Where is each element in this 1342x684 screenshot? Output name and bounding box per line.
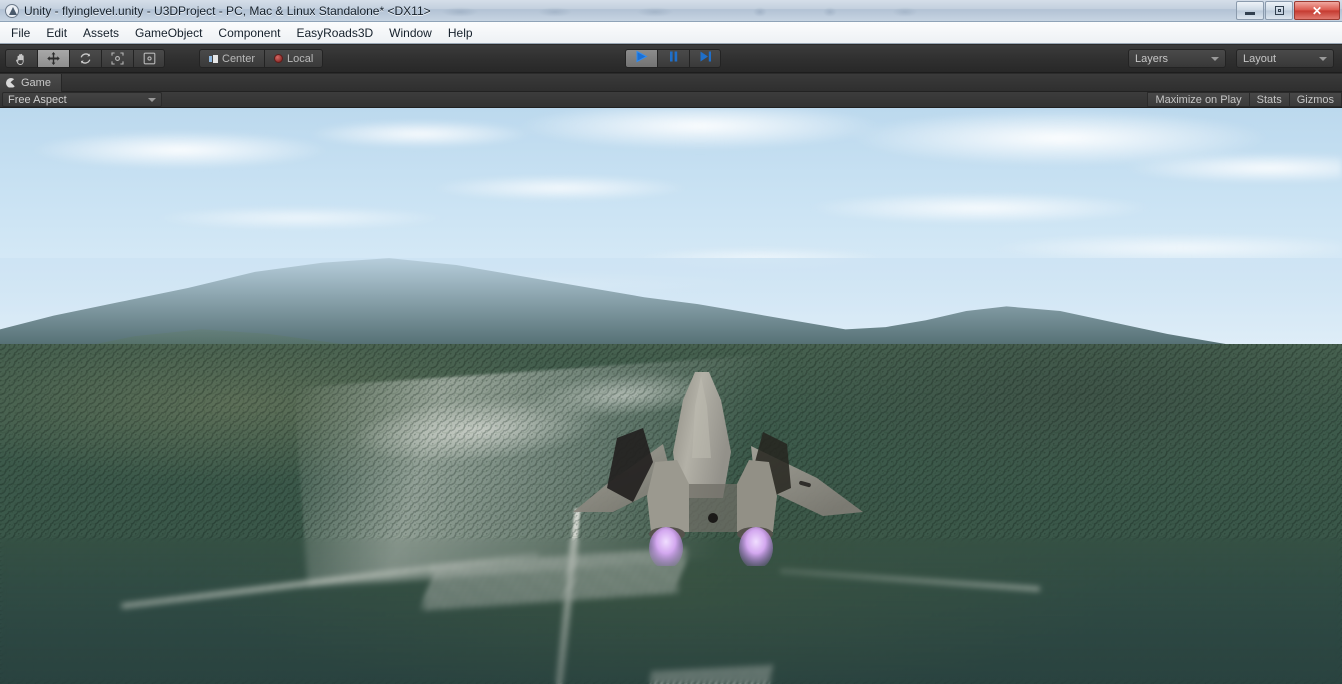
- close-button[interactable]: ✕: [1294, 1, 1340, 20]
- rotate-icon: [78, 51, 93, 66]
- game-view-toolbar-right: Maximize on Play Stats Gizmos: [1147, 92, 1342, 107]
- tab-game[interactable]: Game: [0, 73, 62, 92]
- unity-logo-icon: [5, 3, 19, 18]
- layout-dropdown-label: Layout: [1243, 52, 1277, 65]
- scale-tool-button[interactable]: [101, 49, 133, 68]
- minimize-button[interactable]: [1236, 1, 1264, 20]
- aspect-ratio-dropdown[interactable]: Free Aspect: [2, 92, 162, 107]
- chevron-down-icon: [1211, 56, 1219, 61]
- pause-button[interactable]: [657, 49, 689, 68]
- step-icon: [698, 50, 713, 68]
- restore-button[interactable]: [1265, 1, 1293, 20]
- gizmos-dropdown[interactable]: Gizmos: [1288, 92, 1342, 107]
- unity-editor-window: Unity - flyinglevel.unity - U3DProject -…: [0, 0, 1342, 684]
- window-title: Unity - flyinglevel.unity - U3DProject -…: [24, 3, 431, 18]
- menu-item-window[interactable]: Window: [381, 24, 440, 42]
- menu-bar: File Edit Assets GameObject Component Ea…: [0, 22, 1342, 44]
- move-arrows-icon: [46, 51, 61, 66]
- hand-tool-button[interactable]: [5, 49, 37, 68]
- move-tool-button[interactable]: [37, 49, 69, 68]
- game-view-toolbar: Free Aspect Maximize on Play Stats Gizmo…: [0, 92, 1342, 108]
- scale-icon: [110, 51, 125, 66]
- layers-dropdown[interactable]: Layers: [1128, 49, 1226, 68]
- minimize-icon: [1245, 12, 1255, 15]
- maximize-on-play-toggle[interactable]: Maximize on Play: [1147, 92, 1249, 107]
- menu-item-easyroads3d[interactable]: EasyRoads3D: [288, 24, 381, 42]
- toolbar-right-group: Layers Layout: [1128, 49, 1334, 68]
- window-title-bar: Unity - flyinglevel.unity - U3DProject -…: [0, 0, 1342, 22]
- menu-item-help[interactable]: Help: [440, 24, 481, 42]
- rect-tool-button[interactable]: [133, 49, 165, 68]
- play-button[interactable]: [625, 49, 657, 68]
- jet-ventral-shadow: [689, 484, 737, 532]
- aspect-ratio-label: Free Aspect: [8, 93, 67, 106]
- player-fighter-jet: [555, 366, 885, 566]
- layout-dropdown[interactable]: Layout: [1236, 49, 1334, 68]
- game-view-render-area[interactable]: M 人人素材: [0, 108, 1342, 684]
- panel-tab-strip: Game: [0, 73, 1342, 92]
- menu-item-edit[interactable]: Edit: [38, 24, 75, 42]
- step-button[interactable]: [689, 49, 721, 68]
- globe-local-icon: [274, 54, 284, 63]
- jet-tail-hook: [708, 513, 718, 523]
- pivot-rotation-button[interactable]: Local: [264, 49, 324, 68]
- rotate-tool-button[interactable]: [69, 49, 101, 68]
- pivot-toggles-group: Center Local: [199, 49, 324, 68]
- stats-toggle[interactable]: Stats: [1248, 92, 1289, 107]
- playback-controls-group: [625, 49, 721, 68]
- pause-icon: [666, 50, 681, 68]
- window-controls: ✕: [1236, 1, 1340, 20]
- pivot-mode-button[interactable]: Center: [199, 49, 265, 68]
- menu-item-component[interactable]: Component: [210, 24, 288, 42]
- menu-item-assets[interactable]: Assets: [75, 24, 127, 42]
- restore-icon: [1274, 6, 1284, 15]
- chevron-down-icon: [148, 97, 156, 102]
- play-icon: [634, 50, 649, 68]
- pivot-center-icon: [209, 54, 218, 63]
- game-view-icon: [6, 77, 16, 88]
- pivot-mode-label: Center: [222, 52, 256, 65]
- pivot-rotation-label: Local: [287, 52, 314, 65]
- menu-item-gameobject[interactable]: GameObject: [127, 24, 210, 42]
- transform-tools-group: [5, 49, 165, 68]
- chevron-down-icon: [1319, 56, 1327, 61]
- layers-dropdown-label: Layers: [1135, 52, 1169, 65]
- jet-right-engine: [737, 460, 777, 532]
- rect-transform-icon: [142, 51, 157, 66]
- menu-item-file[interactable]: File: [3, 24, 38, 42]
- unity-toolbar: Center Local Layers Layout: [0, 45, 1342, 73]
- tab-game-label: Game: [21, 76, 51, 89]
- hand-icon: [14, 51, 29, 66]
